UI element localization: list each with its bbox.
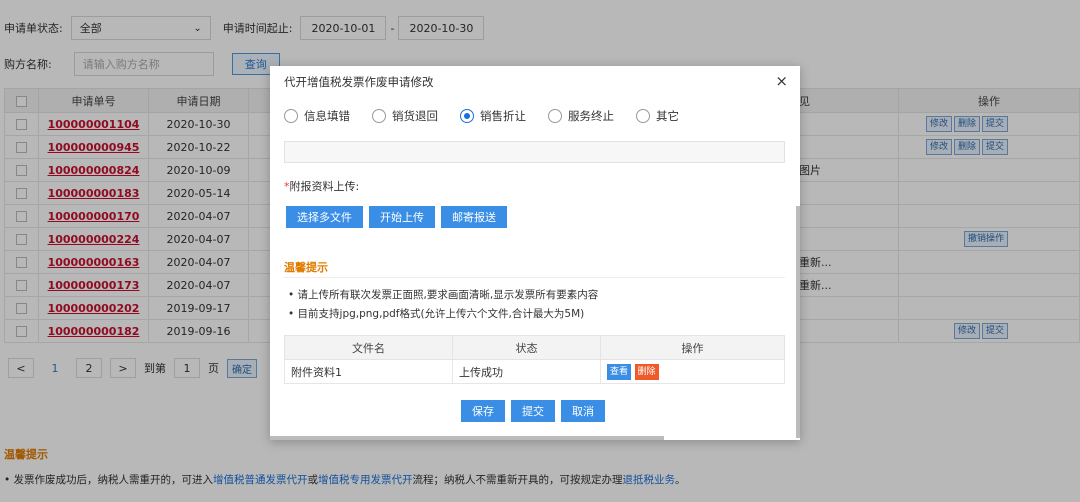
mail-submit-button[interactable]: 邮寄报送 [441,206,507,228]
warm-tips-list: 请上传所有联次发票正面照,要求画面清晰,显示发票所有要素内容 目前支持jpg,p… [288,286,599,324]
file-header-name: 文件名 [284,335,453,360]
file-header-ops: 操作 [600,335,785,360]
upload-label: *附报资料上传: [284,178,359,194]
warm-tip-1: 请上传所有联次发票正面照,要求画面清晰,显示发票所有要素内容 [288,286,599,305]
submit-button[interactable]: 提交 [511,400,555,422]
file-status: 上传成功 [452,359,601,384]
reason-radio-2[interactable]: 销货退回 [372,108,438,124]
view-file-button[interactable]: 查看 [607,363,632,380]
reason-label: 其它 [656,109,679,123]
delete-file-button[interactable]: 删除 [634,363,659,380]
radio-circle-icon[interactable] [636,109,650,123]
upload-buttons: 选择多文件 开始上传 邮寄报送 [286,206,507,228]
radio-circle-icon[interactable] [460,109,474,123]
cancel-button[interactable]: 取消 [561,400,605,422]
horizontal-scrollbar[interactable] [270,436,664,440]
start-upload-button[interactable]: 开始上传 [369,206,435,228]
modal-title: 代开增值税发票作废申请修改 [284,75,434,89]
close-icon[interactable]: × [775,72,788,90]
radio-circle-icon[interactable] [548,109,562,123]
file-row: 附件资料1 上传成功 查看 删除 [284,359,785,384]
reason-text-input[interactable] [284,141,785,163]
reason-radio-4[interactable]: 服务终止 [548,108,614,124]
void-application-modal: 代开增值税发票作废申请修改 × 信息填错 销货退回 销售折让 服务终止 其它 *附报资料… [270,66,800,440]
upload-label-text: 附报资料上传: [289,180,360,193]
divider [284,277,785,278]
radio-circle-icon[interactable] [372,109,386,123]
warm-tip-2: 目前支持jpg,png,pdf格式(允许上传六个文件,合计最大为5M) [288,305,598,324]
reason-radio-group: 信息填错 销货退回 销售折让 服务终止 其它 [284,108,679,124]
file-header-status: 状态 [452,335,601,360]
reason-radio-3[interactable]: 销售折让 [460,108,526,124]
file-table-header: 文件名 状态 操作 [284,335,785,360]
modal-footer-buttons: 保存 提交 取消 [461,400,605,422]
reason-radio-5[interactable]: 其它 [636,108,679,124]
file-table: 文件名 状态 操作 附件资料1 上传成功 查看 删除 [284,335,785,384]
radio-circle-icon[interactable] [284,109,298,123]
reason-label: 销售折让 [480,109,526,123]
vertical-scrollbar[interactable] [796,206,800,438]
file-name: 附件资料1 [284,359,453,384]
reason-label: 信息填错 [304,109,350,123]
warm-tips-title: 温馨提示 [284,261,328,274]
save-button[interactable]: 保存 [461,400,505,422]
reason-label: 销货退回 [392,109,438,123]
reason-radio-1[interactable]: 信息填错 [284,108,350,124]
reason-label: 服务终止 [568,109,614,123]
select-files-button[interactable]: 选择多文件 [286,206,363,228]
file-ops: 查看 删除 [600,359,785,384]
